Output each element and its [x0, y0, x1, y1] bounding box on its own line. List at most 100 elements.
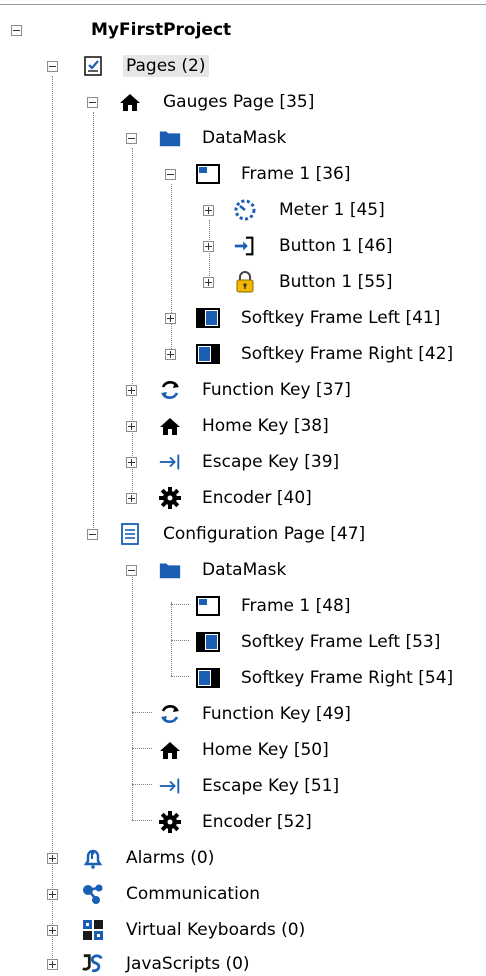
expand-toggle[interactable] [203, 241, 214, 252]
expand-toggle[interactable] [203, 277, 214, 288]
gear-icon [158, 486, 182, 510]
expand-toggle[interactable] [126, 421, 137, 432]
softkey-frame-right-icon [196, 666, 220, 690]
node-label: Button 1 [46] [279, 236, 393, 256]
tree-node-function-key[interactable]: Function Key [49] [0, 696, 486, 732]
tree-node-javascripts[interactable]: JavaScripts (0) [0, 946, 486, 976]
node-label: Pages (2) [123, 55, 209, 77]
tree-node-softkey-frame-right[interactable]: Softkey Frame Right [54] [0, 660, 486, 696]
collapse-toggle[interactable] [87, 529, 98, 540]
softkey-frame-left-icon [196, 630, 220, 654]
tree-node-home-key[interactable]: Home Key [50] [0, 732, 486, 768]
gear-icon [158, 810, 182, 834]
tree-node-softkey-frame-left[interactable]: Softkey Frame Left [53] [0, 624, 486, 660]
home-icon [118, 90, 142, 114]
collapse-toggle[interactable] [11, 25, 22, 36]
node-label: Frame 1 [48] [241, 596, 351, 616]
tree-node-escape-key[interactable]: Escape Key [51] [0, 768, 486, 804]
project-tree[interactable]: MyFirstProject Pages (2) Gauges Page [35… [0, 0, 486, 976]
refresh-icon [158, 378, 182, 402]
home-icon [158, 414, 182, 438]
tree-node-frame[interactable]: Frame 1 [48] [0, 588, 486, 624]
tree-node-pages[interactable]: Pages (2) [0, 48, 486, 84]
tree-node-gauges-page[interactable]: Gauges Page [35] [0, 84, 486, 120]
tree-node-meter[interactable]: Meter 1 [45] [0, 192, 486, 228]
expand-toggle[interactable] [165, 349, 176, 360]
expand-toggle[interactable] [47, 853, 58, 864]
node-label: Encoder [40] [202, 488, 312, 508]
tree-node-function-key[interactable]: Function Key [37] [0, 372, 486, 408]
expand-toggle[interactable] [47, 959, 58, 970]
tree-node-datamask[interactable]: DataMask [0, 552, 486, 588]
node-label: Meter 1 [45] [279, 200, 385, 220]
javascript-icon [81, 952, 105, 976]
node-label: Escape Key [51] [202, 776, 340, 796]
tree-node-encoder[interactable]: Encoder [40] [0, 480, 486, 516]
network-icon [81, 882, 105, 906]
tree-node-project[interactable]: MyFirstProject [0, 12, 486, 48]
tree-node-encoder[interactable]: Encoder [52] [0, 804, 486, 840]
document-icon [118, 522, 142, 546]
tree-node-escape-key[interactable]: Escape Key [39] [0, 444, 486, 480]
login-icon [233, 234, 257, 258]
node-label: JavaScripts (0) [126, 954, 250, 974]
expand-toggle[interactable] [126, 385, 137, 396]
node-label: MyFirstProject [91, 20, 232, 40]
node-label: Softkey Frame Left [41] [241, 308, 441, 328]
node-label: DataMask [202, 560, 287, 580]
node-label: Alarms (0) [126, 848, 215, 868]
node-label: Home Key [50] [202, 740, 329, 760]
expand-toggle[interactable] [47, 889, 58, 900]
softkey-frame-right-icon [196, 342, 220, 366]
tree-node-datamask[interactable]: DataMask [0, 120, 486, 156]
frame-icon [196, 162, 220, 186]
node-label: Communication [126, 884, 260, 904]
tree-node-alarms[interactable]: Alarms (0) [0, 840, 486, 876]
node-label: Frame 1 [36] [241, 164, 351, 184]
node-label: Encoder [52] [202, 812, 312, 832]
home-icon [158, 738, 182, 762]
tree-node-button[interactable]: Button 1 [55] [0, 264, 486, 300]
tree-node-frame[interactable]: Frame 1 [36] [0, 156, 486, 192]
tree-node-communication[interactable]: Communication [0, 876, 486, 912]
node-label: Home Key [38] [202, 416, 329, 436]
lock-icon [233, 270, 257, 294]
tree-node-button[interactable]: Button 1 [46] [0, 228, 486, 264]
node-label: Function Key [37] [202, 380, 351, 400]
node-label: Softkey Frame Right [54] [241, 668, 454, 688]
expand-toggle[interactable] [47, 925, 58, 936]
node-label: DataMask [202, 128, 287, 148]
collapse-toggle[interactable] [126, 565, 137, 576]
tree-node-home-key[interactable]: Home Key [38] [0, 408, 486, 444]
node-label: Configuration Page [47] [163, 524, 366, 544]
folder-icon [158, 126, 182, 150]
refresh-icon [158, 702, 182, 726]
tree-node-softkey-frame-left[interactable]: Softkey Frame Left [41] [0, 300, 486, 336]
node-label: Function Key [49] [202, 704, 351, 724]
tree-node-softkey-frame-right[interactable]: Softkey Frame Right [42] [0, 336, 486, 372]
node-label: Button 1 [55] [279, 272, 393, 292]
expand-toggle[interactable] [126, 457, 137, 468]
collapse-toggle[interactable] [126, 133, 137, 144]
collapse-toggle[interactable] [47, 61, 58, 72]
collapse-toggle[interactable] [165, 169, 176, 180]
collapse-toggle[interactable] [87, 97, 98, 108]
expand-toggle[interactable] [165, 313, 176, 324]
node-label: Escape Key [39] [202, 452, 340, 472]
pages-icon [81, 54, 105, 78]
folder-icon [158, 558, 182, 582]
expand-toggle[interactable] [126, 493, 137, 504]
node-label: Gauges Page [35] [163, 92, 315, 112]
tree-node-virtual-keyboards[interactable]: Virtual Keyboards (0) [0, 912, 486, 948]
top-divider [0, 4, 486, 5]
tree-node-configuration-page[interactable]: Configuration Page [47] [0, 516, 486, 552]
node-label: Virtual Keyboards (0) [126, 920, 306, 940]
meter-icon [233, 198, 257, 222]
softkey-frame-left-icon [196, 306, 220, 330]
escape-arrow-icon [158, 450, 182, 474]
alarm-bell-icon [81, 846, 105, 870]
node-label: Softkey Frame Right [42] [241, 344, 454, 364]
node-label: Softkey Frame Left [53] [241, 632, 441, 652]
frame-icon [196, 594, 220, 618]
expand-toggle[interactable] [203, 205, 214, 216]
